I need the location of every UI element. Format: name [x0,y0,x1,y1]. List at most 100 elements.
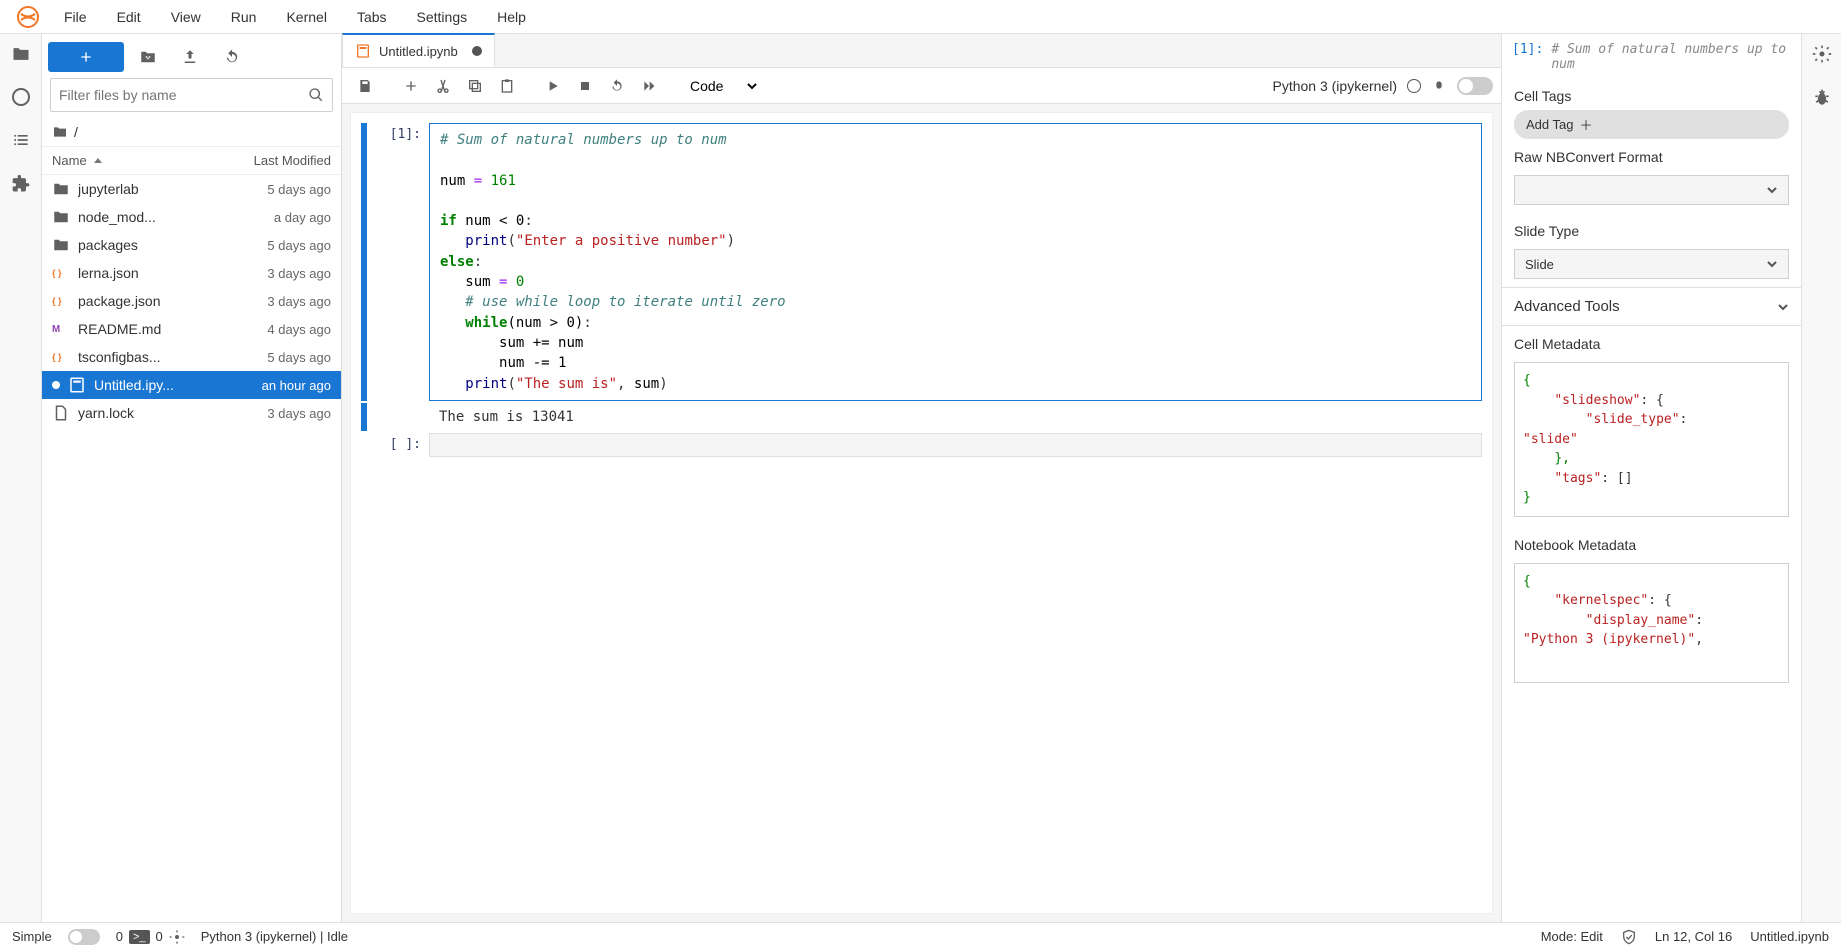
notebook-body[interactable]: [1]: # Sum of natural numbers up to num … [350,112,1493,914]
cell-metadata-label: Cell Metadata [1502,326,1801,358]
chevron-down-icon [1777,301,1789,313]
trusted-icon[interactable] [1621,929,1637,945]
in-prompt: [ ]: [371,433,429,457]
mode-status: Mode: Edit [1541,929,1603,944]
render-side-toggle[interactable] [1457,77,1493,95]
advanced-tools-header[interactable]: Advanced Tools [1502,287,1801,326]
running-tab-icon[interactable] [12,88,30,106]
simple-toggle[interactable] [68,929,100,945]
file-row-folder[interactable]: packages5 days ago [42,231,341,259]
upload-icon[interactable] [181,48,199,66]
debugger-icon[interactable] [1431,78,1447,94]
file-filter-input[interactable] [59,87,308,103]
kernel-status[interactable]: Python 3 (ipykernel) | Idle [201,929,348,944]
folder-icon [52,180,70,198]
folder-icon [52,124,68,140]
debugger-panel-icon[interactable] [1812,88,1832,108]
inspector-prompt: [1]: [1512,42,1543,57]
cell-metadata-editor[interactable]: { "slideshow": { "slide_type": "slide" }… [1514,362,1789,517]
refresh-icon[interactable] [223,48,241,66]
code-cell[interactable]: [1]: # Sum of natural numbers up to num … [361,123,1482,401]
new-folder-icon[interactable] [139,48,157,66]
menu-kernel[interactable]: Kernel [272,3,340,31]
menu-tabs[interactable]: Tabs [343,3,401,31]
col-name[interactable]: Name [52,153,103,168]
file-row-json[interactable]: { }tsconfigbas...5 days ago [42,343,341,371]
menu-edit[interactable]: Edit [103,3,155,31]
menu-help[interactable]: Help [483,3,540,31]
breadcrumb[interactable]: / [42,118,341,146]
terminals-status[interactable]: 0>_0 [116,929,185,945]
chevron-down-icon [1766,184,1778,196]
out-prompt [371,403,429,431]
file-row-json[interactable]: { }lerna.json3 days ago [42,259,341,287]
toc-tab-icon[interactable] [11,130,31,150]
raw-format-select[interactable] [1514,175,1789,205]
file-row-notebook[interactable]: Untitled.ipy...an hour ago [42,371,341,399]
save-button[interactable] [350,71,380,101]
slide-type-label: Slide Type [1502,213,1801,245]
add-tag-button[interactable]: Add Tag＋ [1514,110,1789,139]
code-editor[interactable] [429,433,1482,457]
file-row-md[interactable]: MREADME.md4 days ago [42,315,341,343]
status-bar: Simple 0>_0 Python 3 (ipykernel) | Idle … [0,922,1841,950]
kernel-name[interactable]: Python 3 (ipykernel) [1272,78,1397,94]
raw-format-label: Raw NBConvert Format [1502,139,1801,171]
svg-text:M: M [52,324,60,335]
copy-button[interactable] [460,71,490,101]
left-activity-bar [0,34,42,922]
cut-button[interactable] [428,71,458,101]
property-inspector-icon[interactable] [1812,44,1832,64]
tab-bar: Untitled.ipynb [342,34,1501,68]
notebook-metadata-label: Notebook Metadata [1502,527,1801,559]
file-row-folder[interactable]: jupyterlab5 days ago [42,175,341,203]
file-row-json[interactable]: { }package.json3 days ago [42,287,341,315]
restart-button[interactable] [602,71,632,101]
run-button[interactable] [538,71,568,101]
file-list: jupyterlab5 days ago node_mod...a day ag… [42,175,341,922]
right-activity-bar [1801,34,1841,922]
kernel-status-icon[interactable] [1407,79,1421,93]
interrupt-button[interactable] [570,71,600,101]
json-icon: { } [52,292,70,310]
cell-tags-label: Cell Tags [1502,78,1801,110]
file-filter[interactable] [50,78,333,112]
notebook-metadata-editor[interactable]: { "kernelspec": { "display_name": "Pytho… [1514,563,1789,683]
new-launcher-button[interactable] [48,42,124,72]
empty-code-cell[interactable]: [ ]: [361,433,1482,457]
output-area: The sum is 13041 [361,403,1482,431]
restart-run-all-button[interactable] [634,71,664,101]
cursor-position[interactable]: Ln 12, Col 16 [1655,929,1732,944]
menu-view[interactable]: View [157,3,215,31]
menu-settings[interactable]: Settings [403,3,482,31]
dirty-indicator-icon [52,381,60,389]
plus-icon: ＋ [1579,115,1592,134]
col-modified[interactable]: Last Modified [254,153,331,168]
menu-file[interactable]: File [50,3,101,31]
tab-notebook[interactable]: Untitled.ipynb [342,33,495,67]
extensions-tab-icon[interactable] [11,174,31,194]
tab-dirty-icon [472,46,482,56]
folder-icon [52,208,70,226]
code-editor[interactable]: # Sum of natural numbers up to num num =… [429,123,1482,401]
cell-type-select[interactable]: Code [680,73,760,99]
json-icon: { } [52,348,70,366]
insert-cell-button[interactable] [396,71,426,101]
svg-text:{ }: { } [52,352,62,362]
kernel-sessions-icon [169,929,185,945]
file-browser: / Name Last Modified jupyterlab5 days ag… [42,34,342,922]
menubar: File Edit View Run Kernel Tabs Settings … [0,0,1841,34]
slide-type-select[interactable]: Slide [1514,249,1789,279]
file-icon [52,404,70,422]
folder-tab-icon[interactable] [11,44,31,64]
file-row-file[interactable]: yarn.lock3 days ago [42,399,341,427]
notebook-toolbar: Code Python 3 (ipykernel) [342,68,1501,104]
work-area: Untitled.ipynb Code Python 3 ( [342,34,1501,922]
notebook-icon [355,43,371,59]
menu-run[interactable]: Run [217,3,271,31]
paste-button[interactable] [492,71,522,101]
simple-label: Simple [12,929,52,944]
cell-output: The sum is 13041 [429,403,1482,431]
file-row-folder[interactable]: node_mod...a day ago [42,203,341,231]
cell-gutter [361,123,367,401]
